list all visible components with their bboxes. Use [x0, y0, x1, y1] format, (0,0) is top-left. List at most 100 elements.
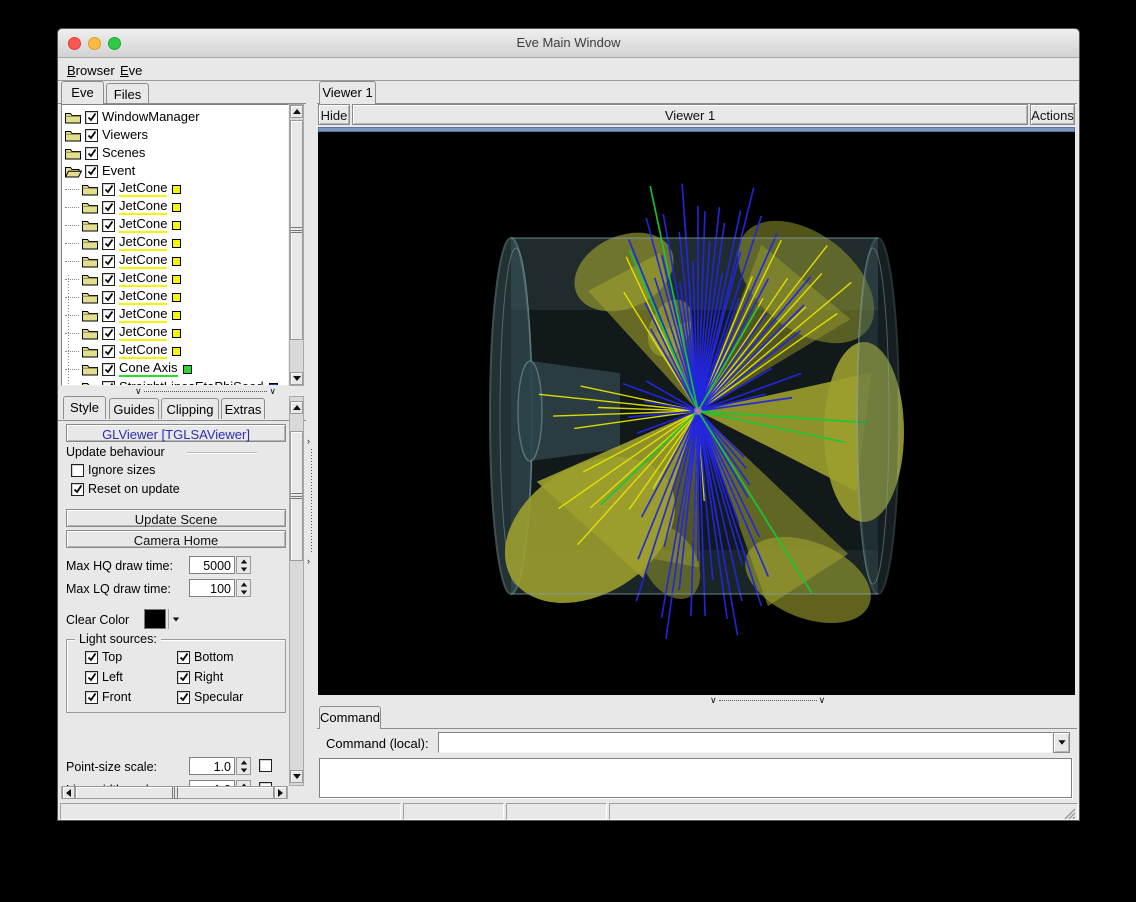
tree-item[interactable]: JetCone: [62, 306, 288, 324]
color-square[interactable]: [172, 257, 181, 266]
checkbox[interactable]: [102, 327, 115, 340]
tree-item[interactable]: JetCone: [62, 234, 288, 252]
checkbox[interactable]: [102, 237, 115, 250]
reset-on-update-checkbox[interactable]: Reset on update: [71, 482, 180, 496]
checkbox[interactable]: [85, 671, 98, 684]
tree-item[interactable]: JetCone: [62, 216, 288, 234]
scroll-right-button[interactable]: [274, 786, 287, 799]
tree-item[interactable]: WindowManager: [62, 108, 288, 126]
checkbox[interactable]: [177, 691, 190, 704]
camera-home-button[interactable]: Camera Home: [66, 530, 286, 548]
command-output[interactable]: [319, 758, 1072, 798]
color-square[interactable]: [172, 275, 181, 284]
menu-eve[interactable]: Eve: [114, 61, 148, 80]
actions-button[interactable]: Actions: [1030, 104, 1075, 125]
tree-item-label[interactable]: JetCone: [119, 235, 167, 251]
light-right-checkbox[interactable]: Right: [177, 670, 223, 684]
color-square[interactable]: [172, 311, 181, 320]
color-square[interactable]: [172, 347, 181, 356]
tree-item-label[interactable]: JetCone: [119, 325, 167, 341]
checkbox[interactable]: [102, 201, 115, 214]
tab-files[interactable]: Files: [106, 83, 149, 104]
hide-button[interactable]: Hide: [318, 104, 350, 125]
style-hscrollbar[interactable]: [61, 786, 288, 799]
tree-scrollbar[interactable]: [289, 104, 304, 386]
light-top-checkbox[interactable]: Top: [85, 650, 122, 664]
checkbox[interactable]: [259, 759, 272, 772]
style-scroll-thumb[interactable]: [290, 431, 303, 561]
tree-item-label[interactable]: JetCone: [119, 343, 167, 359]
tree-item-label[interactable]: JetCone: [119, 253, 167, 269]
checkbox[interactable]: [102, 309, 115, 322]
tree-item-label[interactable]: Viewers: [102, 128, 148, 142]
viewport-splitter[interactable]: ∨ ∨: [318, 695, 1075, 705]
checkbox[interactable]: [102, 363, 115, 376]
tab-command[interactable]: Command: [319, 706, 381, 729]
tree-scroll-thumb[interactable]: [290, 120, 303, 340]
viewer-title-bar[interactable]: Viewer 1: [352, 104, 1028, 125]
tree-item[interactable]: Cone Axis: [62, 360, 288, 378]
light-specular-checkbox[interactable]: Specular: [177, 690, 243, 704]
resize-grip[interactable]: [1062, 806, 1076, 820]
checkbox[interactable]: [85, 147, 98, 160]
tree-item[interactable]: Event: [62, 162, 288, 180]
scale-spinner[interactable]: 1.0: [189, 757, 251, 775]
tab-style[interactable]: Style: [63, 396, 106, 419]
main-splitter[interactable]: › ›: [306, 81, 316, 786]
color-square[interactable]: [172, 239, 181, 248]
tree-item-label[interactable]: JetCone: [119, 181, 167, 197]
checkbox[interactable]: [177, 671, 190, 684]
scroll-down-button[interactable]: [290, 372, 303, 385]
color-square[interactable]: [172, 221, 181, 230]
light-bottom-checkbox[interactable]: Bottom: [177, 650, 234, 664]
tree-item-label[interactable]: JetCone: [119, 307, 167, 323]
tab-guides[interactable]: Guides: [109, 398, 159, 419]
tree-item-label[interactable]: Cone Axis: [119, 361, 178, 377]
color-square[interactable]: [172, 329, 181, 338]
color-square[interactable]: [172, 203, 181, 212]
clear-color-swatch[interactable]: [144, 609, 166, 629]
tree-view[interactable]: WindowManagerViewersScenesEventJetConeJe…: [61, 104, 289, 386]
scroll-up-button[interactable]: [290, 105, 303, 118]
tree-item[interactable]: JetCone: [62, 270, 288, 288]
checkbox[interactable]: [71, 464, 84, 477]
tab-extras[interactable]: Extras: [221, 398, 265, 419]
tree-splitter[interactable]: ∨ ∨: [61, 386, 304, 396]
ignore-sizes-checkbox[interactable]: Ignore sizes: [71, 463, 155, 477]
tree-item-label[interactable]: Scenes: [102, 146, 145, 160]
checkbox[interactable]: [85, 651, 98, 664]
menu-browser[interactable]: Browser: [61, 61, 121, 80]
command-input[interactable]: [438, 732, 1053, 753]
checkbox[interactable]: [71, 483, 84, 496]
light-front-checkbox[interactable]: Front: [85, 690, 131, 704]
checkbox[interactable]: [102, 183, 115, 196]
checkbox[interactable]: [102, 345, 115, 358]
max-lq-spinner[interactable]: 100: [189, 579, 251, 597]
tab-eve[interactable]: Eve: [61, 81, 104, 104]
tree-item[interactable]: JetCone: [62, 180, 288, 198]
update-scene-button[interactable]: Update Scene: [66, 509, 286, 527]
tree-item-label[interactable]: JetCone: [119, 289, 167, 305]
checkbox[interactable]: [102, 291, 115, 304]
tree-item[interactable]: JetCone: [62, 324, 288, 342]
checkbox[interactable]: [102, 273, 115, 286]
tab-clipping[interactable]: Clipping: [161, 398, 219, 419]
glviewer-button[interactable]: GLViewer [TGLSAViewer]: [66, 424, 286, 442]
scroll-down-button[interactable]: [290, 770, 303, 783]
color-square[interactable]: [183, 365, 192, 374]
style-hscroll-thumb[interactable]: [75, 786, 274, 799]
checkbox[interactable]: [85, 111, 98, 124]
checkbox[interactable]: [85, 691, 98, 704]
tree-item[interactable]: JetCone: [62, 252, 288, 270]
color-square[interactable]: [172, 185, 181, 194]
gl-viewport[interactable]: [318, 132, 1075, 695]
tree-item-label[interactable]: JetCone: [119, 199, 167, 215]
max-hq-spinner[interactable]: 5000: [189, 556, 251, 574]
tree-item[interactable]: JetCone: [62, 198, 288, 216]
tree-item-label[interactable]: Event: [102, 164, 135, 178]
tree-item[interactable]: JetCone: [62, 288, 288, 306]
tree-item-label[interactable]: JetCone: [119, 271, 167, 287]
tree-item[interactable]: Viewers: [62, 126, 288, 144]
style-scrollbar[interactable]: [289, 396, 304, 786]
tree-item-label[interactable]: WindowManager: [102, 110, 200, 124]
